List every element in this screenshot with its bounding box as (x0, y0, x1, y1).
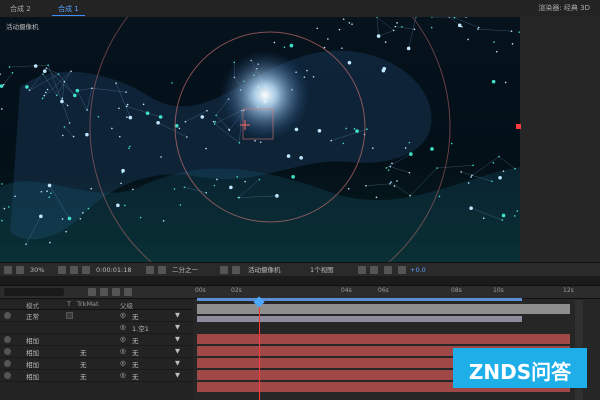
parent-pickwhip-icon[interactable]: ◎ (120, 347, 126, 355)
parent-pickwhip-icon[interactable]: ◎ (120, 371, 126, 379)
layer-panel: 模式 T TrkMat 父级 正常 ◎ 无 ▼ ◎ 1.空1 ▼ 相加 ◎ 无 … (0, 286, 193, 400)
ruler-tick: 06s (378, 287, 389, 294)
motion-blur-icon[interactable] (112, 288, 120, 296)
layer-trkmat[interactable]: 无 (80, 347, 87, 357)
exposure-icon[interactable] (398, 266, 406, 274)
layer-row[interactable]: 相加 无 ◎ 无 ▼ (0, 358, 193, 370)
panel-separator (0, 276, 600, 286)
chevron-down-icon[interactable]: ▼ (175, 311, 183, 319)
active-camera-label: 活动摄像机 (6, 23, 39, 31)
layer-row[interactable]: 正常 ◎ 无 ▼ (0, 310, 193, 322)
layer-mode[interactable]: 相加 (26, 347, 39, 357)
fast-preview-icon[interactable] (370, 266, 378, 274)
layer-track-bar[interactable] (197, 304, 570, 314)
parent-pickwhip-icon[interactable]: ◎ (120, 311, 126, 319)
viewer-side-area (520, 17, 600, 262)
mask-visibility-icon[interactable] (82, 266, 90, 274)
col-mode: 模式 (26, 302, 39, 310)
col-t: T (67, 300, 71, 308)
parent-pickwhip-icon[interactable]: ◎ (120, 359, 126, 367)
visibility-eye-icon[interactable] (4, 372, 11, 379)
tab-comp-2[interactable]: 合成 2 (4, 3, 37, 15)
chevron-down-icon[interactable]: ▼ (175, 371, 183, 379)
camera-select[interactable]: 活动摄像机 (248, 265, 281, 275)
renderer-indicator[interactable]: 渲染器: 经典 3D (538, 3, 590, 13)
toggle-pixel-aspect-icon[interactable] (358, 266, 366, 274)
ruler-tick: 08s (451, 287, 462, 294)
layer-parent[interactable]: 无 (132, 311, 139, 321)
visibility-eye-icon[interactable] (4, 312, 11, 319)
watermark-text: ZNDS问答 (468, 360, 572, 384)
visibility-eye-icon[interactable] (4, 360, 11, 367)
ruler-tick: 00s (195, 287, 206, 294)
layer-track-bar[interactable] (197, 316, 522, 322)
views-select[interactable]: 1个视图 (310, 265, 334, 275)
visibility-eye-icon[interactable] (4, 336, 11, 343)
snapshot-icon[interactable] (146, 266, 154, 274)
layer-search-input[interactable] (4, 288, 64, 296)
layer-parent[interactable]: 1.空1 (132, 323, 149, 333)
fit-icon[interactable] (58, 266, 66, 274)
ruler-tick: 04s (341, 287, 352, 294)
chevron-down-icon[interactable]: ▼ (175, 323, 183, 331)
exposure-value[interactable]: +0.0 (410, 265, 426, 275)
timeline-icon[interactable] (384, 266, 392, 274)
preserve-transparency-checkbox[interactable] (66, 312, 73, 319)
parent-pickwhip-icon[interactable]: ◎ (120, 335, 126, 343)
ruler-tick: 10s (493, 287, 504, 294)
layer-mode[interactable]: 相加 (26, 359, 39, 369)
layer-row[interactable]: 相加 ◎ 无 ▼ (0, 334, 193, 346)
frame-blend-icon[interactable] (100, 288, 108, 296)
viewer-controls: 30% 0:00:01:18 二分之一 活动摄像机 1个视图 +0.0 (0, 262, 600, 277)
always-preview-icon[interactable] (4, 266, 12, 274)
resolution-select[interactable]: 二分之一 (172, 265, 198, 275)
layer-trkmat[interactable]: 无 (80, 359, 87, 369)
layer-column-header: 模式 T TrkMat 父级 (0, 298, 193, 310)
layer-mode[interactable]: 相加 (26, 371, 39, 381)
layer-parent[interactable]: 无 (132, 371, 139, 381)
chevron-down-icon[interactable]: ▼ (175, 359, 183, 367)
renderer-label: 渲染器: (538, 4, 562, 12)
region-of-interest-icon[interactable] (220, 266, 228, 274)
safe-zones-icon[interactable] (70, 266, 78, 274)
graph-editor-icon[interactable] (124, 288, 132, 296)
renderer-value: 经典 3D (563, 4, 590, 12)
watermark-logo: ZNDS问答 (453, 348, 587, 388)
layer-mode[interactable]: 相加 (26, 335, 39, 345)
layer-row[interactable]: 相加 无 ◎ 无 ▼ (0, 370, 193, 382)
shy-icon[interactable] (88, 288, 96, 296)
transparency-grid-icon[interactable] (232, 266, 240, 274)
composition-viewer[interactable]: 活动摄像机 (0, 17, 520, 262)
layer-parent[interactable]: 无 (132, 359, 139, 369)
layer-trkmat[interactable]: 无 (80, 371, 87, 381)
chevron-down-icon[interactable]: ▼ (175, 347, 183, 355)
visibility-eye-icon[interactable] (4, 348, 11, 355)
timecode[interactable]: 0:00:01:18 (96, 265, 132, 275)
chevron-down-icon[interactable]: ▼ (175, 335, 183, 343)
layer-row[interactable]: 相加 无 ◎ 无 ▼ (0, 346, 193, 358)
position-marker[interactable] (516, 124, 521, 129)
color-channel-icon[interactable] (158, 266, 166, 274)
ruler-tick: 12s (563, 287, 574, 294)
work-area-bar[interactable] (197, 298, 522, 301)
col-parent: 父级 (120, 302, 133, 310)
grid-icon[interactable] (16, 266, 24, 274)
ruler-tick: 02s (231, 287, 242, 294)
layer-parent[interactable]: 无 (132, 347, 139, 357)
particle-network-image (0, 17, 520, 262)
layer-mode[interactable]: 正常 (26, 311, 39, 321)
parent-pickwhip-icon[interactable]: ◎ (120, 323, 126, 331)
tab-comp-1[interactable]: 合成 1 (52, 3, 85, 16)
layer-track-bar[interactable] (197, 334, 570, 344)
col-trkmat: TrkMat (77, 300, 99, 308)
zoom-select[interactable]: 30% (30, 265, 44, 275)
comp-tab-bar: 合成 2 合成 1 渲染器: 经典 3D (0, 0, 600, 18)
current-time-indicator-line (259, 300, 260, 400)
layer-row[interactable]: ◎ 1.空1 ▼ (0, 322, 193, 334)
layer-parent[interactable]: 无 (132, 335, 139, 345)
